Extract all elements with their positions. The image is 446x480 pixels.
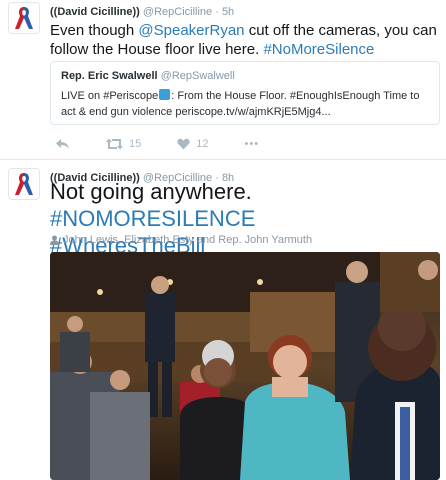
avatar[interactable]: [8, 168, 40, 200]
retweet-icon: [106, 138, 123, 150]
ribbon-icon: [15, 7, 33, 29]
like-icon: [177, 138, 190, 150]
author-handle[interactable]: @RepCicilline: [143, 6, 212, 18]
hashtag-link[interactable]: #NOMORESILENCE: [50, 206, 255, 231]
quoted-text-part: LIVE on #Periscope: [61, 90, 159, 102]
tweet-text-large: Not going anywhere. #NOMORESILENCE #Wher…: [50, 178, 446, 259]
tweet-text-part: Even though: [50, 22, 139, 39]
tweet-photo[interactable]: [50, 252, 440, 480]
retweet-button[interactable]: 15: [106, 138, 141, 150]
reply-button[interactable]: [55, 138, 70, 150]
tagged-people-names: John Lewis, Elizabeth Esty and Rep. John…: [63, 234, 313, 246]
photo-image: [50, 252, 440, 480]
person-icon: [50, 235, 59, 245]
tweet-1[interactable]: ((David Cicilline)) @RepCicilline · 5h E…: [0, 0, 446, 160]
more-button[interactable]: •••: [245, 138, 260, 150]
tagged-people[interactable]: John Lewis, Elizabeth Esty and Rep. John…: [50, 234, 312, 246]
reply-icon: [56, 139, 69, 149]
retweet-count: 15: [129, 138, 142, 150]
tweet-text: Even though @SpeakerRyan cut off the cam…: [50, 21, 440, 59]
hashtag-link[interactable]: #NoMoreSilence: [263, 41, 374, 58]
tweet-text-part: Not going anywhere.: [50, 179, 252, 204]
tweet-time[interactable]: · 5h: [215, 6, 234, 18]
mention-link[interactable]: @SpeakerRyan: [138, 22, 244, 39]
ribbon-icon: [15, 173, 33, 195]
tweet-header: ((David Cicilline)) @RepCicilline · 5h: [50, 6, 234, 18]
quoted-text: LIVE on #Periscope: From the House Floor…: [61, 88, 429, 120]
like-count: 12: [196, 138, 209, 150]
avatar[interactable]: [8, 2, 40, 34]
more-icon: •••: [244, 138, 260, 150]
quoted-author-handle: @RepSwalwell: [160, 70, 235, 82]
author-name[interactable]: ((David Cicilline)): [50, 6, 140, 18]
like-button[interactable]: 12: [177, 138, 209, 150]
quoted-tweet[interactable]: Rep. Eric Swalwell @RepSwalwell LIVE on …: [50, 61, 440, 125]
periscope-icon: [159, 89, 171, 100]
quoted-author-name: Rep. Eric Swalwell: [61, 70, 158, 82]
tweet-actions: 15 12 •••: [55, 136, 295, 152]
